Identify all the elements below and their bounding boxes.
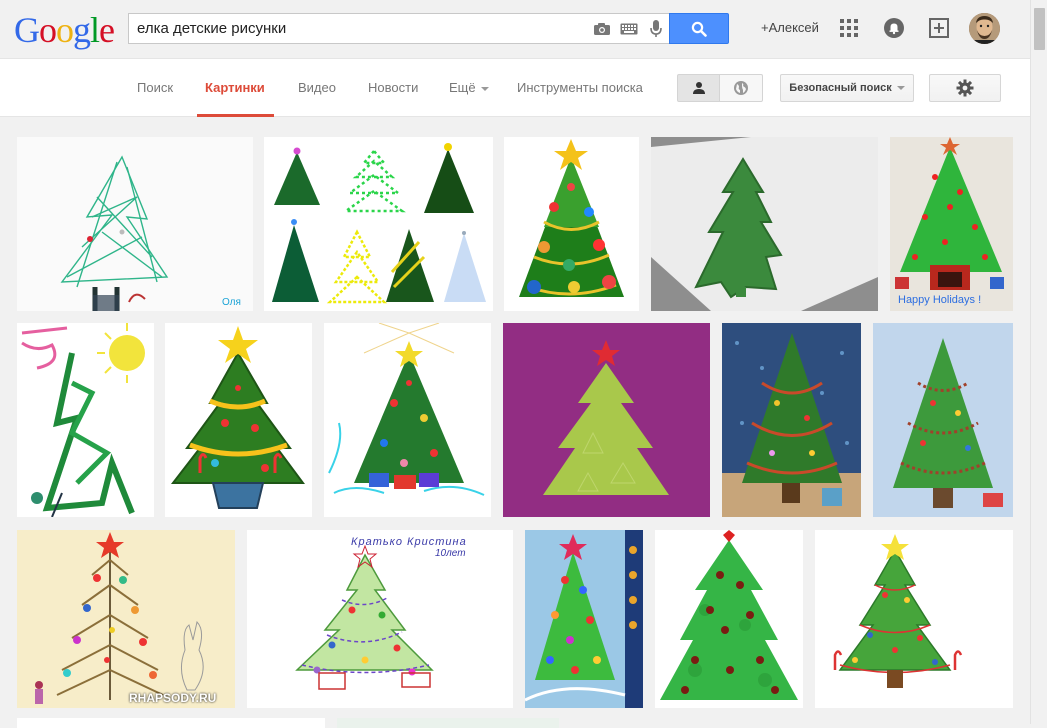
image-result[interactable] [264, 137, 493, 311]
image-caption: 10лет [435, 548, 466, 559]
scrollbar[interactable] [1030, 0, 1047, 724]
image-result[interactable] [165, 323, 312, 517]
image-result[interactable] [525, 530, 643, 708]
tab-images[interactable]: Картинки [205, 80, 265, 95]
apps-grid-icon[interactable] [837, 16, 861, 40]
search-tools-button[interactable]: Инструменты поиска [517, 80, 643, 95]
image-results-grid: Оля Happy Holidays ! RHAPSODY.RU Кратько… [0, 118, 1030, 728]
image-result[interactable] [17, 718, 325, 728]
image-result[interactable] [722, 323, 861, 517]
logo-letter: o [56, 10, 74, 50]
microphone-icon[interactable] [645, 19, 667, 39]
image-result[interactable] [324, 323, 491, 517]
safe-search-dropdown[interactable]: Безопасный поиск [780, 74, 914, 102]
image-result[interactable] [503, 323, 710, 517]
google-logo[interactable]: Google [14, 10, 115, 50]
globe-icon [734, 81, 748, 95]
user-avatar[interactable] [969, 13, 1000, 44]
search-button[interactable] [669, 13, 729, 44]
search-tabs-bar: Поиск Картинки Видео Новости Ещё Инструм… [0, 58, 1030, 117]
image-result[interactable] [17, 323, 154, 517]
search-icon [691, 21, 707, 37]
image-watermark: RHAPSODY.RU [129, 691, 217, 705]
gear-icon [956, 79, 974, 97]
active-tab-indicator [197, 114, 274, 117]
share-plus-icon[interactable] [927, 16, 951, 40]
image-result[interactable] [873, 323, 1013, 517]
tab-more[interactable]: Ещё [449, 80, 489, 95]
image-result[interactable]: Оля [17, 137, 253, 311]
image-caption: Оля [222, 297, 241, 308]
search-input[interactable] [129, 14, 589, 43]
image-result[interactable]: Кратько Кристина 10лет [247, 530, 513, 708]
tab-news[interactable]: Новости [368, 80, 418, 95]
camera-icon[interactable] [591, 19, 613, 39]
person-icon [692, 82, 705, 94]
user-profile-link[interactable]: +Алексей [761, 20, 819, 35]
tab-more-label: Ещё [449, 80, 476, 95]
tab-search[interactable]: Поиск [137, 80, 173, 95]
image-caption: Happy Holidays ! [898, 294, 982, 306]
chevron-down-icon [896, 86, 905, 90]
image-result[interactable]: Happy Holidays ! [890, 137, 1013, 311]
logo-letter: G [14, 10, 40, 50]
logo-letter: o [39, 10, 57, 50]
image-result[interactable] [655, 530, 803, 708]
image-result[interactable] [815, 530, 1013, 708]
logo-letter: g [73, 10, 91, 50]
image-result[interactable]: RHAPSODY.RU [17, 530, 235, 708]
image-result[interactable] [651, 137, 878, 311]
tab-video[interactable]: Видео [298, 80, 336, 95]
logo-letter: l [90, 10, 100, 50]
keyboard-icon[interactable] [618, 19, 640, 39]
personal-results-toggle[interactable] [677, 74, 720, 102]
global-results-toggle[interactable] [719, 74, 763, 102]
top-bar: Google +Алексей [0, 0, 1030, 58]
settings-button[interactable] [929, 74, 1001, 102]
image-result[interactable] [337, 718, 559, 728]
chevron-down-icon [480, 86, 489, 91]
image-result[interactable] [504, 137, 639, 311]
image-caption: Кратько Кристина [351, 536, 467, 548]
notifications-bell-icon[interactable] [882, 16, 906, 40]
search-box [128, 13, 669, 44]
safe-search-label: Безопасный поиск [789, 82, 892, 94]
scrollbar-thumb[interactable] [1034, 8, 1045, 50]
logo-letter: e [99, 10, 115, 50]
